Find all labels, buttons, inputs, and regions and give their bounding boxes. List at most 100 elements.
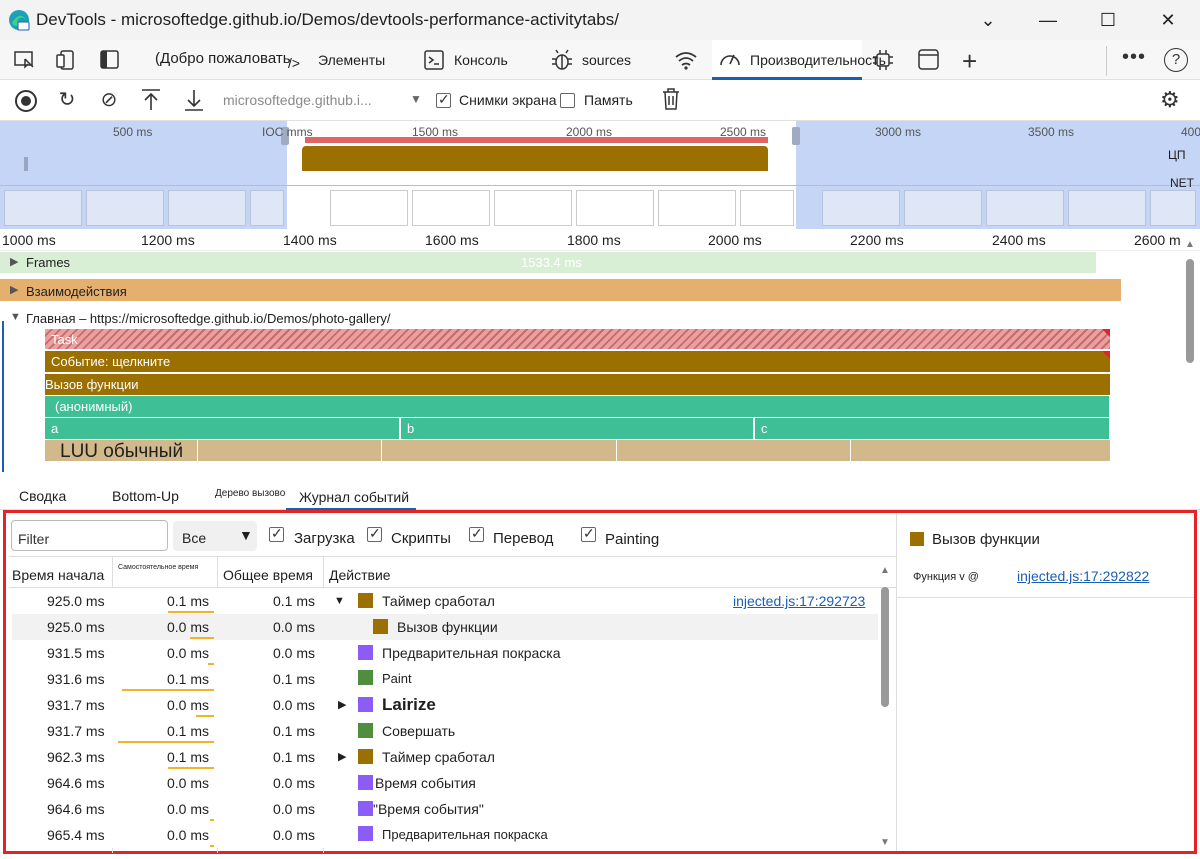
application-window-icon[interactable]: [918, 49, 940, 71]
ruler-tick: 1000 ms: [2, 232, 56, 248]
table-row[interactable]: 931.5 ms 0.0 ms 0.0 ms Предварительная п…: [12, 640, 878, 666]
inspect-element-icon[interactable]: [14, 50, 36, 70]
painting-checkbox[interactable]: [581, 525, 596, 543]
download-profile-icon[interactable]: [183, 88, 205, 112]
clear-icon[interactable]: ⊘: [97, 88, 121, 112]
memory-label: Память: [584, 92, 633, 108]
expand-arrow-icon[interactable]: ▶: [10, 283, 18, 296]
tab-performance[interactable]: Производительность: [750, 40, 890, 80]
table-scrollbar[interactable]: ▲ ▼: [878, 563, 892, 853]
total-time-cell: 0.0 ms: [273, 697, 316, 713]
table-row[interactable]: 965.4 ms 0.0 ms 0.0 ms Предварительная п…: [12, 822, 878, 848]
details-title: Вызов функции: [932, 531, 1040, 548]
tab-console[interactable]: Консоль: [454, 40, 508, 80]
close-button[interactable]: ✕: [1156, 8, 1180, 32]
details-function-link[interactable]: injected.js:17:292822: [1017, 568, 1149, 584]
tab-welcome[interactable]: (Добро пожаловать: [155, 40, 291, 76]
tab-sources[interactable]: sources: [582, 40, 631, 80]
collapse-arrow-icon[interactable]: ▼: [334, 588, 345, 614]
memory-checkbox[interactable]: [560, 92, 575, 109]
loading-checkbox[interactable]: [269, 525, 284, 543]
scripting-checkbox[interactable]: [367, 525, 382, 543]
column-header-self-time[interactable]: Самостоятельное время: [118, 564, 198, 571]
table-row[interactable]: 931.7 ms 0.0 ms 0.0 ms ▶ Lairize: [12, 692, 878, 718]
elements-icon: />: [288, 55, 301, 71]
long-task-triangle: [1102, 329, 1110, 337]
activity-label: Предварительная покраска: [382, 827, 548, 842]
column-header-start-time[interactable]: Время начала: [12, 567, 104, 583]
tab-elements[interactable]: Элементы: [318, 40, 385, 80]
category-select[interactable]: Все ▼: [173, 521, 257, 551]
task-bar[interactable]: Task: [45, 329, 1110, 349]
garbage-collect-icon[interactable]: [660, 87, 682, 111]
expand-arrow-icon[interactable]: ▶: [338, 692, 346, 718]
more-options-icon[interactable]: •••: [1122, 46, 1146, 69]
network-wifi-icon[interactable]: [674, 50, 698, 70]
add-tab-icon[interactable]: +: [962, 46, 977, 77]
source-link[interactable]: injected.js:17:292723: [733, 588, 865, 614]
settings-gear-icon[interactable]: ⚙: [1160, 87, 1180, 113]
tab-summary[interactable]: Сводка: [19, 488, 66, 504]
column-header-activity[interactable]: Действие: [329, 567, 391, 583]
rendering-checkbox[interactable]: [469, 525, 484, 543]
chevron-down-icon[interactable]: ⌄: [976, 8, 1000, 32]
painting-label: Painting: [605, 531, 660, 548]
ruler-tick: 1600 ms: [425, 232, 479, 248]
expand-arrow-icon[interactable]: ▶: [338, 744, 346, 770]
maximize-button[interactable]: ☐: [1096, 8, 1120, 32]
function-b-label: b: [407, 421, 415, 436]
function-a-label: a: [51, 421, 59, 436]
device-emulation-icon[interactable]: [56, 50, 78, 70]
reload-record-icon[interactable]: ↻: [55, 88, 79, 112]
cpu-activity-scripting: [302, 146, 768, 171]
function-c-bar[interactable]: c: [755, 418, 1109, 439]
table-row[interactable]: 931.7 ms 0.1 ms 0.1 ms Совершать: [12, 718, 878, 744]
timeline-scrollbar[interactable]: ▲: [1184, 239, 1196, 472]
table-row[interactable]: 925.0 ms 0.0 ms 0.0 ms Вызов функции: [12, 614, 878, 640]
flame-chart[interactable]: ▶ Frames 1533.4 ms ▶ Взаимодействия ▼ Гл…: [0, 239, 1200, 472]
total-time-cell: 0.1 ms: [273, 671, 316, 687]
ruler-tick: 2000 ms: [708, 232, 762, 248]
upload-profile-icon[interactable]: [140, 88, 162, 112]
tab-event-log[interactable]: Журнал событий: [286, 480, 416, 510]
table-row[interactable]: 964.6 ms 0.0 ms 0.0 ms "Время события": [12, 796, 878, 822]
expand-arrow-icon[interactable]: ▶: [10, 255, 18, 268]
timeline-overview[interactable]: 500 ms IOC mms 1500 ms 2000 ms 2500 ms 3…: [0, 121, 1200, 229]
filter-placeholder: Filter: [18, 531, 50, 547]
screenshots-checkbox[interactable]: [436, 91, 451, 109]
tab-bottom-up[interactable]: Bottom-Up: [112, 488, 179, 504]
start-time-cell: 964.6 ms: [47, 775, 105, 791]
table-row[interactable]: 925.0 ms 0.1 ms 0.1 ms ▼ Таймер сработал…: [12, 588, 878, 614]
total-time-cell: 0.0 ms: [273, 827, 316, 843]
event-click-bar[interactable]: Событие: щелкните: [45, 351, 1110, 372]
filter-input[interactable]: Filter: [11, 520, 168, 551]
bar-divider: [850, 440, 851, 461]
record-button[interactable]: [15, 90, 37, 112]
luu-bar[interactable]: LUU обычный: [45, 440, 1110, 461]
profile-url-select[interactable]: microsoftedge.github.i...: [223, 92, 372, 108]
dock-sidebar-icon[interactable]: [100, 50, 120, 70]
function-call-bar[interactable]: Вызов функции: [45, 374, 1110, 395]
table-row[interactable]: 962.3 ms 0.1 ms 0.1 ms ▶ Таймер сработал: [12, 744, 878, 770]
bar-divider: [381, 440, 382, 461]
overview-tick: 2000 ms: [566, 125, 613, 139]
overview-tick: 3500 ms: [1028, 125, 1075, 139]
activity-cell: Предварительная покраска: [358, 640, 560, 666]
screenshots-label: Снимки экрана: [459, 92, 557, 108]
minimize-button[interactable]: —: [1036, 8, 1060, 32]
table-row[interactable]: 931.6 ms 0.1 ms 0.1 ms Paint: [12, 666, 878, 692]
column-header-total-time[interactable]: Общее время: [223, 567, 313, 583]
cpu-activity-red: [305, 137, 768, 143]
table-row[interactable]: 964.6 ms 0.0 ms 0.0 ms Время события: [12, 770, 878, 796]
function-a-bar[interactable]: a: [45, 418, 399, 439]
overview-tick: 500 ms: [113, 125, 153, 139]
expand-arrow-icon[interactable]: ▼: [10, 311, 21, 323]
help-icon[interactable]: ?: [1164, 48, 1188, 72]
interactions-bar[interactable]: [0, 279, 1121, 301]
function-b-bar[interactable]: b: [401, 418, 753, 439]
chevron-down-icon[interactable]: ▼: [410, 92, 422, 106]
anonymous-bar[interactable]: (анонимный): [45, 396, 1109, 417]
tab-call-tree[interactable]: Дерево вызовов: [215, 488, 291, 499]
memory-chip-icon[interactable]: [872, 49, 894, 71]
selection-handle-right[interactable]: [792, 127, 800, 145]
